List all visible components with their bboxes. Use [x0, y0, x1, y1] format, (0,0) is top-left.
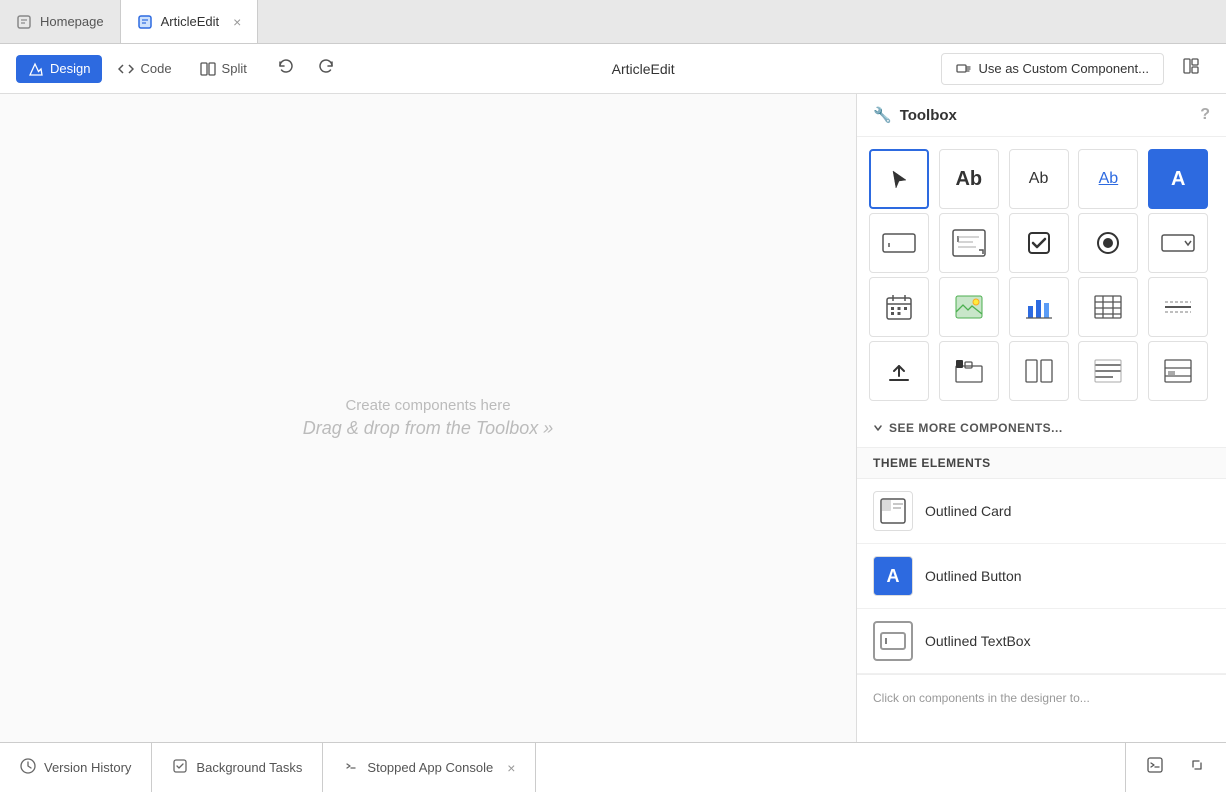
terminal-button[interactable] — [1136, 750, 1174, 785]
custom-component-button[interactable]: Use as Custom Component... — [941, 53, 1164, 85]
split-button[interactable]: Split — [188, 55, 259, 83]
code-button[interactable]: Code — [106, 55, 183, 83]
canvas-hint-line2: Drag & drop from the Toolbox » — [303, 418, 553, 439]
version-history-tab[interactable]: Version History — [0, 743, 152, 792]
toolbox-link[interactable]: Ab — [1078, 149, 1138, 209]
toolbox-heading[interactable]: Ab — [939, 149, 999, 209]
toolbox-help-icon[interactable]: ? — [1200, 106, 1210, 124]
toolbox-textbox[interactable] — [869, 213, 929, 273]
layout-toggle-button[interactable] — [1172, 50, 1210, 87]
toolbox-table[interactable] — [1078, 277, 1138, 337]
toolbox-columns[interactable] — [1009, 341, 1069, 401]
toolbox-header: 🔧 Toolbox ? — [857, 94, 1226, 137]
canvas-hint-line1: Create components here — [303, 397, 553, 414]
theme-outlined-button[interactable]: A Outlined Button — [857, 544, 1226, 609]
outlined-textbox-label: Outlined TextBox — [925, 633, 1031, 649]
toolbox-radio[interactable] — [1078, 213, 1138, 273]
stopped-app-console-label: Stopped App Console — [367, 760, 493, 775]
theme-outlined-card[interactable]: Outlined Card — [857, 479, 1226, 544]
tab-homepage-label: Homepage — [40, 14, 104, 29]
version-history-label: Version History — [44, 760, 131, 775]
outlined-textbox-icon — [873, 621, 913, 661]
theme-elements-header: THEME ELEMENTS — [857, 447, 1226, 479]
version-history-icon — [20, 758, 36, 777]
background-tasks-tab[interactable]: Background Tasks — [152, 743, 323, 792]
toolbox-separator[interactable] — [1148, 277, 1208, 337]
tab-bar: Homepage ArticleEdit × — [0, 0, 1226, 44]
toolbar-right: Use as Custom Component... — [941, 50, 1210, 87]
toolbox-button[interactable]: A — [1148, 149, 1208, 209]
tab-articleedit-close[interactable]: × — [233, 14, 241, 30]
background-tasks-icon — [172, 758, 188, 777]
toolbox-chart[interactable] — [1009, 277, 1069, 337]
toolbar: Design Code Split ArticleEdit Use as Cus… — [0, 44, 1226, 94]
console-tab-close[interactable]: × — [507, 760, 515, 776]
toolbox-panel: 🔧 Toolbox ? Ab Ab Ab A — [856, 94, 1226, 742]
bottom-right-controls — [1125, 743, 1226, 792]
toolbox-layout[interactable] — [1148, 341, 1208, 401]
toolbox-list[interactable] — [1078, 341, 1138, 401]
tab-homepage[interactable]: Homepage — [0, 0, 121, 43]
toolbox-upload[interactable] — [869, 341, 929, 401]
homepage-tab-icon — [16, 14, 32, 30]
toolbox-cursor[interactable] — [869, 149, 929, 209]
stopped-app-console-tab[interactable]: Stopped App Console × — [323, 743, 536, 792]
tab-articleedit-label: ArticleEdit — [161, 14, 220, 29]
redo-button[interactable] — [307, 50, 345, 87]
console-icon — [343, 758, 359, 777]
toolbox-image[interactable] — [939, 277, 999, 337]
outlined-card-label: Outlined Card — [925, 503, 1011, 519]
main-area: Create components here Drag & drop from … — [0, 94, 1226, 742]
bottom-bar: Version History Background Tasks Stopped… — [0, 742, 1226, 792]
toolbar-view-buttons: Design Code Split — [16, 55, 259, 83]
outlined-button-label: Outlined Button — [925, 568, 1022, 584]
toolbox-grid: Ab Ab Ab A — [857, 137, 1226, 413]
canvas-placeholder: Create components here Drag & drop from … — [303, 397, 553, 439]
tab-articleedit[interactable]: ArticleEdit × — [121, 0, 259, 43]
articleedit-tab-icon — [137, 14, 153, 30]
toolbox-dropdown[interactable] — [1148, 213, 1208, 273]
toolbox-subheading[interactable]: Ab — [1009, 149, 1069, 209]
outlined-button-icon: A — [873, 556, 913, 596]
canvas[interactable]: Create components here Drag & drop from … — [0, 94, 856, 742]
toolbox-datepicker[interactable] — [869, 277, 929, 337]
outlined-card-icon — [873, 491, 913, 531]
see-more-components[interactable]: SEE MORE COMPONENTS... — [857, 413, 1226, 447]
toolbox-textarea[interactable] — [939, 213, 999, 273]
toolbox-checkbox[interactable] — [1009, 213, 1069, 273]
background-tasks-label: Background Tasks — [196, 760, 302, 775]
undo-button[interactable] — [267, 50, 305, 87]
toolbox-wrench-icon: 🔧 — [873, 106, 892, 124]
toolbar-title: ArticleEdit — [353, 61, 934, 77]
theme-outlined-textbox[interactable]: Outlined TextBox — [857, 609, 1226, 674]
undo-redo-group — [267, 50, 345, 87]
toolbox-footer-hint: Click on components in the designer to..… — [857, 674, 1226, 721]
toolbox-tabs-component[interactable] — [939, 341, 999, 401]
toolbox-title: Toolbox — [900, 107, 957, 124]
design-button[interactable]: Design — [16, 55, 102, 83]
expand-button[interactable] — [1178, 750, 1216, 785]
